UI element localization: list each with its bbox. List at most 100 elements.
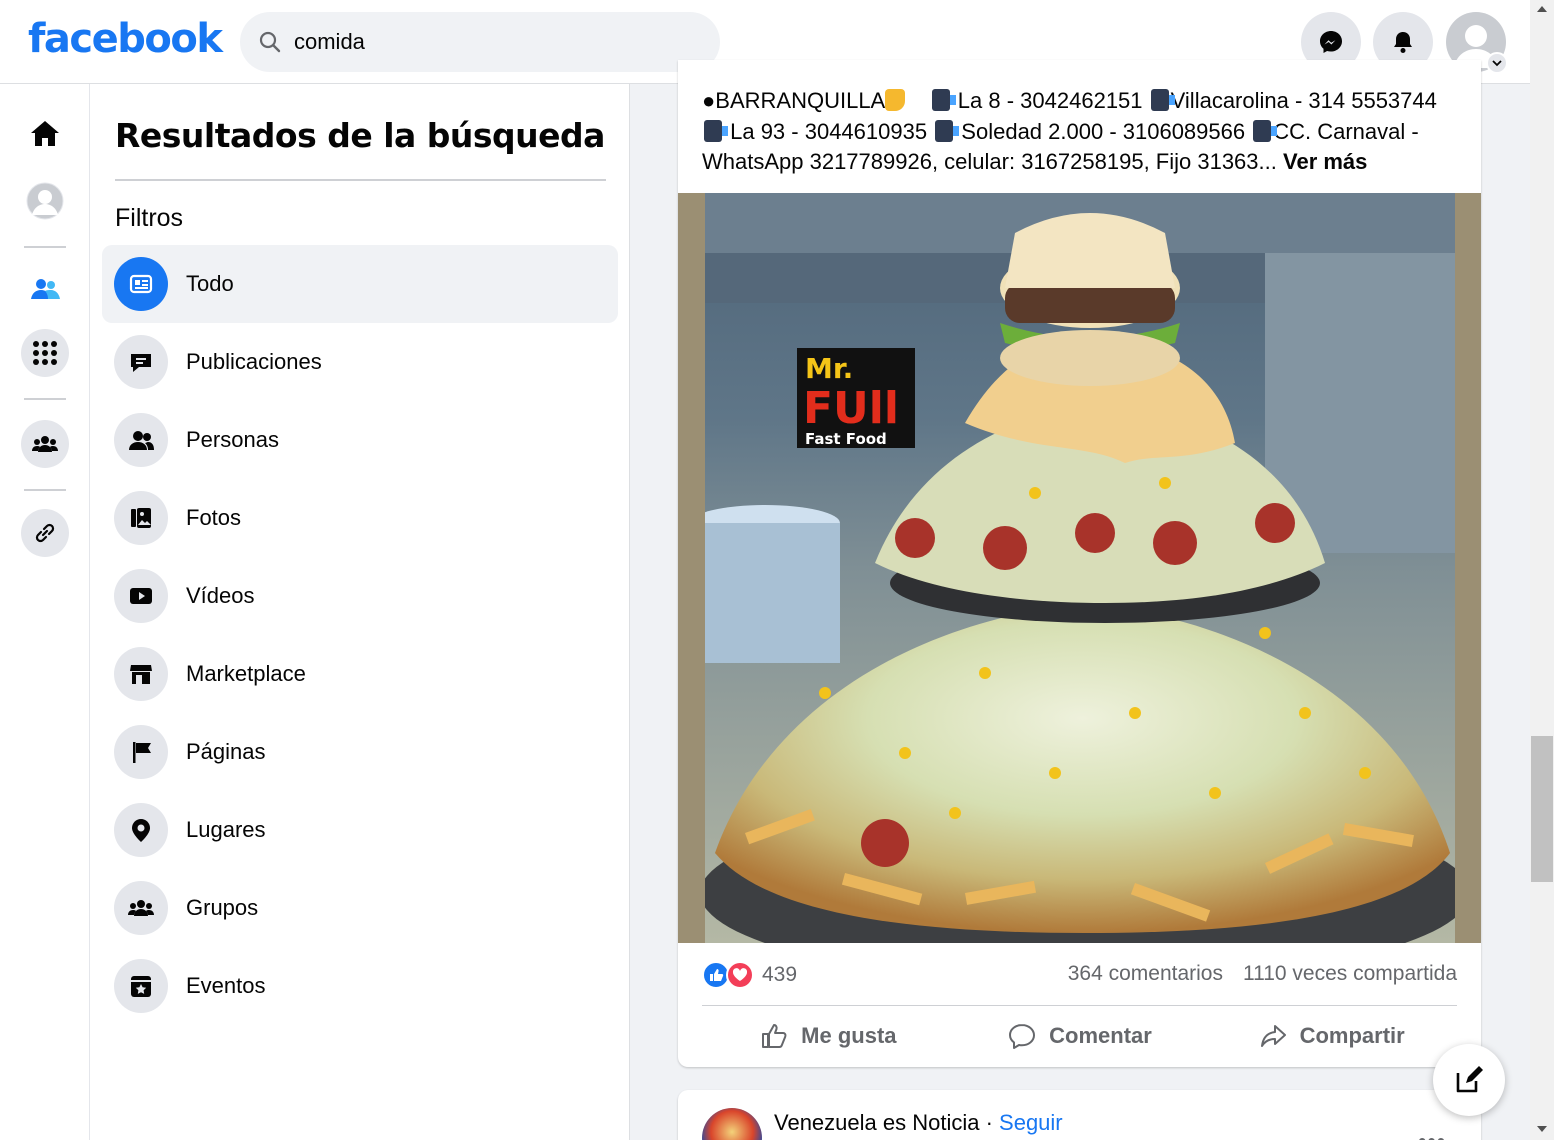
groups-icon [32, 436, 58, 452]
flag-icon [133, 742, 151, 763]
filter-marketplace[interactable]: Marketplace [102, 635, 618, 713]
post-text-segment: La 8 - 3042462151 [951, 88, 1149, 113]
follow-link[interactable]: Seguir [999, 1110, 1063, 1135]
scroll-down-arrow-icon[interactable] [1537, 1126, 1547, 1132]
share-label: Compartir [1299, 1023, 1405, 1048]
filter-personas[interactable]: Personas [102, 401, 618, 479]
like-button[interactable]: Me gusta [702, 1010, 954, 1062]
rail-divider [24, 489, 66, 491]
food-photo: Mr. FUll Fast Food [705, 193, 1455, 943]
post-stats: 364 comentarios 1110 veces compartida [1068, 962, 1457, 986]
filter-label: Páginas [186, 739, 266, 764]
search-input[interactable] [294, 29, 694, 55]
mr-full-logo: Mr. FUll Fast Food [797, 348, 915, 448]
filter-label: Publicaciones [186, 349, 322, 374]
shares-count[interactable]: 1110 veces compartida [1243, 962, 1457, 986]
post-card: Venezuela es Noticia · Seguir ••• [678, 1090, 1481, 1140]
messenger-icon [1320, 31, 1342, 53]
rail-divider [24, 246, 66, 248]
filter-label: Personas [186, 427, 279, 452]
filter-label: Eventos [186, 973, 266, 998]
scroll-up-arrow-icon[interactable] [1537, 6, 1547, 12]
page-title: Resultados de la búsqueda [115, 116, 605, 155]
food-illustration: Mr. FUll Fast Food [705, 193, 1455, 943]
post-card: ●BARRANQUILLA La 8 - 3042462151 Villacar… [678, 60, 1481, 1067]
rail-friends[interactable] [21, 266, 69, 314]
calendar-star-icon [131, 976, 151, 997]
post-text-segment: WhatsApp 3217789926, celular: 3167258195… [702, 149, 1277, 174]
post-actions: Me gusta Comentar Compartir [702, 1010, 1457, 1062]
reaction-summary[interactable]: 439 [702, 958, 797, 992]
facebook-logo[interactable]: facebook [28, 16, 223, 62]
post-photo[interactable]: Mr. FUll Fast Food [678, 193, 1481, 943]
filter-grupos[interactable]: Grupos [102, 869, 618, 947]
filter-icon-wrap [114, 491, 168, 545]
rail-menu[interactable] [21, 329, 69, 377]
filter-icon-wrap [114, 647, 168, 701]
chevron-down-icon [1492, 60, 1502, 67]
phone-emoji [704, 119, 728, 142]
filter-lugares[interactable]: Lugares [102, 791, 618, 869]
post-icon [131, 354, 151, 372]
filter-publicaciones[interactable]: Publicaciones [102, 323, 618, 401]
photos-icon [131, 508, 151, 528]
filter-label: Fotos [186, 505, 242, 530]
feed-icon [129, 274, 153, 294]
page-scrollbar[interactable] [1530, 0, 1554, 1140]
filter-label: Todo [186, 271, 234, 296]
account-menu-caret[interactable] [1486, 52, 1508, 74]
filter-icon-wrap [114, 725, 168, 779]
page-avatar[interactable] [702, 1108, 762, 1140]
filter-icon-wrap [114, 959, 168, 1013]
phone-emoji [1150, 89, 1175, 111]
filter-label: Vídeos [186, 583, 255, 608]
search-filters-sidebar: Resultados de la búsqueda Filtros Todo P… [90, 84, 630, 1140]
rail-home[interactable] [21, 110, 69, 158]
rail-groups[interactable] [21, 420, 69, 468]
filters-heading: Filtros [115, 204, 184, 232]
apps-grid-icon [33, 341, 57, 365]
separator: · [979, 1110, 1000, 1135]
comment-button[interactable]: Comentar [954, 1010, 1206, 1062]
home-icon [31, 121, 59, 146]
pin-icon [132, 819, 150, 842]
see-more-link[interactable]: Ver más [1283, 149, 1367, 174]
avatar [26, 182, 64, 220]
phone-emoji [931, 89, 956, 111]
new-message-button[interactable] [1433, 1044, 1505, 1116]
filter-videos[interactable]: Vídeos [102, 557, 618, 635]
filter-label: Lugares [186, 817, 266, 842]
left-rail [0, 84, 90, 1140]
filter-eventos[interactable]: Eventos [102, 947, 618, 1025]
share-button[interactable]: Compartir [1205, 1010, 1457, 1062]
comments-count[interactable]: 364 comentarios [1068, 962, 1223, 986]
filter-icon-wrap [114, 881, 168, 935]
rail-profile[interactable] [21, 177, 69, 225]
filter-label: Marketplace [186, 661, 306, 686]
filter-icon-wrap [114, 257, 168, 311]
filter-paginas[interactable]: Páginas [102, 713, 618, 791]
search-box[interactable] [240, 12, 720, 72]
filter-icon-wrap [114, 335, 168, 389]
svg-text:Fast Food: Fast Food [805, 430, 887, 448]
video-icon [130, 588, 152, 604]
comment-icon [1009, 1024, 1036, 1049]
filter-icon-wrap [114, 569, 168, 623]
post-text-segment: CC. Carnaval - [1273, 118, 1419, 144]
filter-todo[interactable]: Todo [102, 245, 618, 323]
groups-icon [128, 900, 154, 916]
rail-links[interactable] [21, 509, 69, 557]
filter-icon-wrap [114, 413, 168, 467]
svg-text:Mr.: Mr. [805, 352, 853, 385]
filter-label: Grupos [186, 895, 259, 920]
reaction-count: 439 [762, 963, 798, 986]
search-icon [259, 31, 281, 53]
post-header: Venezuela es Noticia · Seguir [774, 1110, 1063, 1136]
post-text-segment: ●BARRANQUILLA [702, 88, 886, 113]
more-options-icon[interactable]: ••• [1418, 1128, 1446, 1140]
post-text-segment: Villacarolina - 314 5553744 [1170, 88, 1437, 113]
share-icon [1260, 1025, 1286, 1047]
filter-fotos[interactable]: Fotos [102, 479, 618, 557]
page-name[interactable]: Venezuela es Noticia [774, 1110, 979, 1135]
scrollbar-thumb[interactable] [1531, 736, 1553, 882]
